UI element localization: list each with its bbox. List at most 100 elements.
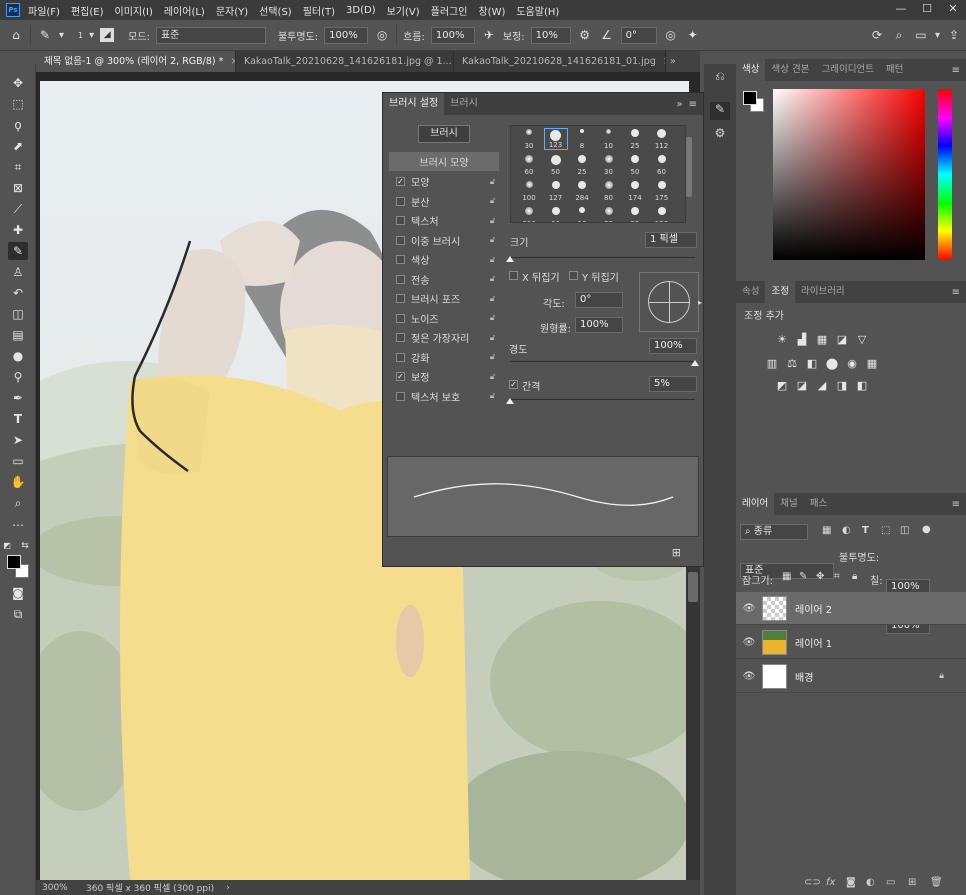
adjustment-row2-3-icon[interactable]: ⬤ <box>824 357 840 370</box>
menu-help[interactable]: 도움말(H) <box>516 3 559 18</box>
brush-option-10[interactable]: ✓ 보정 🔓︎ <box>389 367 499 386</box>
screen-mode-icon[interactable]: ⧉ <box>8 605 28 623</box>
brushes-button[interactable]: 브러시 <box>418 125 470 143</box>
tool-presets-icon[interactable]: ⚙ <box>710 126 730 144</box>
layer-row[interactable]: 👁︎ 레이어 1 <box>736 626 966 659</box>
dodge-tool-icon[interactable]: ⚲ <box>8 368 28 386</box>
workspace-dropdown[interactable]: ▾ <box>935 30 940 41</box>
panel-menu-icon[interactable]: ≡ <box>689 99 697 110</box>
blur-tool-icon[interactable]: ● <box>8 347 28 365</box>
brush-settings-icon[interactable]: ✎ <box>710 102 730 120</box>
hardness-slider-track[interactable] <box>510 361 695 362</box>
link-layers-icon[interactable]: ⊂⊃ <box>804 877 821 888</box>
brush-tip[interactable]: 284 <box>570 180 594 202</box>
tab-properties[interactable]: 속성 <box>736 281 765 303</box>
tab-paths[interactable]: 패스 <box>804 493 833 515</box>
brush-option-checkbox[interactable]: ✓ <box>396 372 405 381</box>
canvas-vertical-scrollbar[interactable] <box>686 566 700 880</box>
brush-preset-icon[interactable]: ✎ <box>37 28 53 42</box>
filter-toggle-icon[interactable]: ● <box>922 524 931 535</box>
history-icon[interactable]: ⎌ <box>710 69 730 87</box>
adjustment-row1-0-icon[interactable]: ☀ <box>774 333 790 346</box>
visibility-eye-icon[interactable]: 👁︎ <box>736 637 762 648</box>
brush-tool-icon[interactable]: ✎ <box>8 242 28 260</box>
lock-icon[interactable]: 🔓︎ <box>490 391 495 401</box>
flip-x-checkbox[interactable] <box>509 271 518 280</box>
brush-option-9[interactable]: 강화 🔓︎ <box>389 348 499 367</box>
marquee-tool-icon[interactable]: ⬚ <box>8 95 28 113</box>
adjustment-row2-4-icon[interactable]: ◉ <box>844 357 860 370</box>
menu-3d[interactable]: 3D(D) <box>346 5 376 16</box>
brush-tip[interactable]: 30 <box>517 128 541 150</box>
tab-patterns[interactable]: 패턴 <box>880 59 909 81</box>
brush-option-checkbox[interactable] <box>396 352 405 362</box>
menu-edit[interactable]: 편집(E) <box>71 3 104 18</box>
move-tool-icon[interactable]: ✥ <box>8 74 28 92</box>
layer-name[interactable]: 레이어 1 <box>795 635 832 650</box>
filter-smart-object-icon[interactable]: ◫ <box>900 525 909 536</box>
lock-icon[interactable]: 🔓︎ <box>490 333 495 343</box>
airbrush-icon[interactable]: ✈ <box>481 28 497 42</box>
tab-color[interactable]: 색상 <box>736 59 766 81</box>
tab-document-2[interactable]: KakaoTalk_20210628_141626181.jpg @ 1...× <box>236 51 454 72</box>
history-brush-tool-icon[interactable]: ↶ <box>8 284 28 302</box>
new-brush-icon[interactable]: ⊞ <box>672 546 681 559</box>
brush-panel-toggle-icon[interactable]: ◢ <box>100 28 115 42</box>
adjustment-row2-5-icon[interactable]: ▦ <box>864 357 880 370</box>
brush-tip[interactable]: 120 <box>650 206 674 222</box>
healing-brush-tool-icon[interactable]: ✚ <box>8 221 28 239</box>
adjustment-row3-3-icon[interactable]: ◨ <box>834 379 850 392</box>
layer-filter-select[interactable]: ⌕ 종류 <box>740 524 808 540</box>
pressure-size-icon[interactable]: ◎ <box>663 28 679 42</box>
lock-icon[interactable]: 🔓︎ <box>490 352 495 362</box>
lock-icon[interactable]: 🔓︎ <box>490 177 495 187</box>
pressure-opacity-icon[interactable]: ◎ <box>374 28 390 42</box>
angle-field[interactable]: 0° <box>575 292 623 308</box>
adjustment-row1-1-icon[interactable]: ▟ <box>794 333 810 346</box>
size-field[interactable]: 1 픽셀 <box>645 232 697 248</box>
minimize-button[interactable]: — <box>888 0 914 20</box>
tab-brush-settings[interactable]: 브러시 설정 <box>383 93 445 115</box>
opacity-field[interactable]: 100% <box>324 26 369 44</box>
gradient-tool-icon[interactable]: ▤ <box>8 326 28 344</box>
menu-view[interactable]: 보기(V) <box>387 3 420 18</box>
eraser-tool-icon[interactable]: ◫ <box>8 305 28 323</box>
layer-row[interactable]: 👁︎ 배경 🔒︎ <box>736 660 966 693</box>
adjustment-row2-1-icon[interactable]: ⚖ <box>784 357 800 370</box>
home-icon[interactable]: ⌂ <box>8 28 24 42</box>
rectangle-tool-icon[interactable]: ▭ <box>8 452 28 470</box>
color-field[interactable] <box>773 89 925 260</box>
brush-tip[interactable]: 50 <box>544 154 568 176</box>
spacing-checkbox[interactable]: ✓ <box>509 380 518 389</box>
angle-field[interactable]: 0° <box>620 26 657 44</box>
tab-adjustments[interactable]: 조정 <box>765 281 795 303</box>
tip-grid-scrollbar[interactable] <box>686 137 692 197</box>
brush-tip[interactable]: 50 <box>623 154 647 176</box>
adjustment-row1-4-icon[interactable]: ▽ <box>854 333 870 346</box>
quick-mask-icon[interactable]: ◙ <box>8 584 28 602</box>
lock-transparency-icon[interactable]: ▦ <box>782 571 791 582</box>
flip-y-checkbox[interactable] <box>569 271 578 280</box>
visibility-eye-icon[interactable]: 👁︎ <box>736 603 762 614</box>
adjustment-row3-2-icon[interactable]: ◢ <box>814 379 830 392</box>
lock-icon[interactable]: 🔓︎ <box>490 235 495 245</box>
workspace-icon[interactable]: ▭ <box>913 28 929 42</box>
menu-plugins[interactable]: 플러그인 <box>431 3 468 18</box>
layer-name[interactable]: 배경 <box>795 669 813 684</box>
lasso-tool-icon[interactable]: ϙ <box>8 116 28 134</box>
menu-select[interactable]: 선택(S) <box>259 3 292 18</box>
mode-select[interactable]: 표준 <box>155 26 266 44</box>
brush-tip[interactable]: 60 <box>650 154 674 176</box>
spacing-field[interactable]: 5% <box>649 376 697 392</box>
brush-option-checkbox[interactable]: ✓ <box>396 177 405 186</box>
lock-pixels-icon[interactable]: ✎ <box>799 571 807 582</box>
size-slider-track[interactable] <box>510 257 695 258</box>
new-layer-icon[interactable]: ⊞ <box>908 877 916 888</box>
roundness-field[interactable]: 100% <box>575 317 623 333</box>
lock-position-icon[interactable]: ✥ <box>816 571 824 582</box>
brush-option-checkbox[interactable] <box>396 333 405 342</box>
smoothing-field[interactable]: 10% <box>530 26 571 44</box>
brush-tip[interactable]: 25 <box>623 206 647 222</box>
lock-all-icon[interactable]: 🔒︎ <box>852 571 857 582</box>
brush-option-8[interactable]: 젖은 가장자리 🔓︎ <box>389 328 499 347</box>
